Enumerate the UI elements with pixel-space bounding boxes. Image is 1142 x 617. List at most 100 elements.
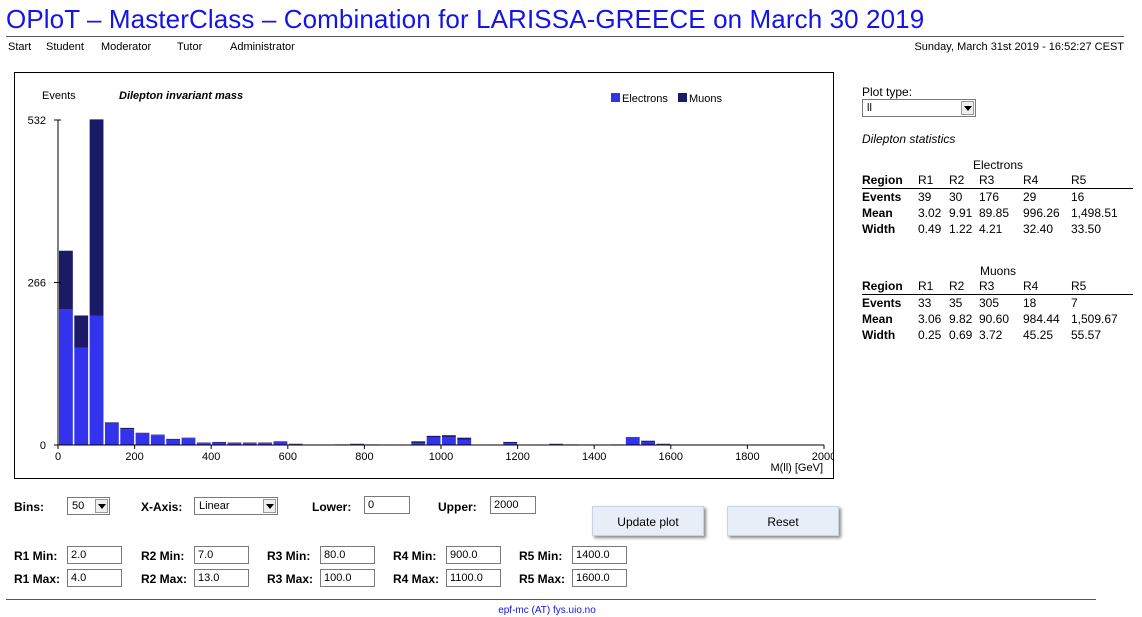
bar-muons — [104, 422, 119, 424]
bar-electrons — [135, 433, 150, 445]
r2-max-input[interactable] — [194, 569, 249, 587]
bar-muons — [181, 437, 196, 439]
stats-title: Dilepton statistics — [862, 132, 956, 146]
r4-max-input[interactable] — [446, 569, 501, 587]
table-row: Events 39 30 176 29 16 — [862, 189, 1133, 206]
bar-muons — [350, 443, 364, 445]
bar-muons — [641, 440, 655, 442]
legend-label-muons: Muons — [689, 93, 723, 105]
bar-muons — [150, 434, 165, 436]
update-plot-button[interactable]: Update plot — [592, 506, 704, 536]
upper-label: Upper: — [438, 500, 477, 514]
bins-select[interactable]: 50 — [67, 497, 110, 515]
xaxis-select[interactable]: Linear — [194, 497, 278, 515]
r3-max-input[interactable] — [320, 569, 375, 587]
bar-muons — [212, 441, 227, 443]
table-cell: 4.21 — [979, 222, 1003, 236]
bar-muons — [503, 441, 518, 444]
r5-max-label: R5 Max: — [519, 572, 566, 586]
r1-min-input[interactable] — [67, 546, 122, 564]
nav-moderator-link[interactable]: Moderator — [101, 41, 151, 53]
x-tick-label: 1800 — [735, 451, 759, 463]
table-header-cell: R3 — [979, 278, 1023, 295]
reset-button[interactable]: Reset — [727, 506, 839, 536]
table-cell: Width — [862, 222, 896, 236]
table-row: Width 0.49 1.22 4.21 32.40 33.50 — [862, 221, 1133, 237]
table-cell: 3.06 — [918, 312, 942, 326]
x-tick-label: 400 — [202, 451, 220, 463]
plot-type-select[interactable]: ll — [862, 99, 976, 117]
table-header-cell: R4 — [1023, 172, 1071, 189]
r4-min-label: R4 Min: — [393, 549, 437, 563]
bar-electrons — [625, 437, 640, 445]
table-header-cell: Region — [862, 278, 918, 295]
table-cell: 1,498.51 — [1071, 206, 1118, 220]
bar-muons — [120, 427, 135, 430]
table-cell: 89.85 — [979, 206, 1010, 220]
table-cell: 30 — [949, 190, 963, 204]
table-header-cell: Region — [862, 172, 918, 189]
r5-max-input[interactable] — [572, 569, 627, 587]
histogram-chart: 0200400600800100012001400160018002000 02… — [28, 90, 833, 474]
page-title: OPloT – MasterClass – Combination for LA… — [6, 4, 925, 34]
r4-min-input[interactable] — [446, 546, 501, 564]
r3-min-input[interactable] — [320, 546, 375, 564]
upper-input[interactable] — [490, 496, 536, 514]
table-row: Width 0.25 0.69 3.72 45.25 55.57 — [862, 327, 1133, 343]
table-cell: 996.26 — [1023, 206, 1060, 220]
table-cell: 3.72 — [979, 328, 1003, 342]
bar-muons — [227, 442, 242, 444]
r3-max-label: R3 Max: — [267, 572, 314, 586]
table-cell: 9.82 — [949, 312, 973, 326]
table-row: Events 33 35 305 18 7 — [862, 295, 1133, 312]
bar-muons — [258, 442, 272, 444]
table-cell: 1,509.67 — [1071, 312, 1118, 326]
table-cell: Mean — [862, 312, 893, 326]
table-header-cell: R2 — [949, 172, 979, 189]
bar-muons — [457, 437, 472, 440]
footer-contact-link[interactable]: epf-mc (AT) fys.uio.no — [0, 605, 1094, 616]
nav-start-link[interactable]: Start — [8, 41, 31, 53]
plot-frame: 0200400600800100012001400160018002000 02… — [14, 72, 834, 479]
nav-tutor-link[interactable]: Tutor — [177, 41, 202, 53]
table-cell: Events — [862, 296, 902, 310]
chevron-down-icon[interactable] — [95, 499, 108, 513]
bar-muons — [242, 442, 257, 444]
r3-min-label: R3 Min: — [267, 549, 311, 563]
r1-max-input[interactable] — [67, 569, 122, 587]
bar-electrons — [74, 347, 89, 445]
x-tick-label: 200 — [125, 451, 143, 463]
chevron-down-icon[interactable] — [263, 499, 276, 513]
legend-label-electrons: Electrons — [622, 93, 668, 105]
r2-min-input[interactable] — [194, 546, 249, 564]
bar-electrons — [150, 435, 165, 445]
chart-title: Dilepton invariant mass — [119, 90, 243, 102]
nav-student-link[interactable]: Student — [46, 41, 84, 53]
nav-administrator-link[interactable]: Administrator — [230, 41, 295, 53]
bar-electrons — [166, 439, 181, 445]
x-tick-label: 800 — [355, 451, 373, 463]
r5-min-input[interactable] — [572, 546, 627, 564]
x-axis-label: M(ll) [GeV] — [770, 462, 823, 474]
plot-type-label: Plot type: — [862, 85, 913, 99]
bar-muons — [426, 435, 441, 438]
xaxis-label: X-Axis: — [141, 500, 183, 514]
bar-muons — [166, 438, 181, 440]
bar-muons — [135, 432, 150, 434]
bar-muons — [656, 443, 671, 445]
title-divider — [6, 36, 1124, 37]
table-header-cell: R3 — [979, 172, 1023, 189]
table-cell: 9.91 — [949, 206, 973, 220]
r2-min-label: R2 Min: — [141, 549, 185, 563]
bar-muons — [273, 441, 288, 442]
legend: Electrons Muons — [611, 93, 723, 105]
lower-input[interactable] — [364, 496, 410, 514]
table-cell: Mean — [862, 206, 893, 220]
table-header-cell: R2 — [949, 278, 979, 295]
table-header-cell: R1 — [918, 172, 949, 189]
table-cell: 33 — [918, 296, 932, 310]
table-cell: Width — [862, 328, 896, 342]
y-tick-label: 266 — [28, 278, 46, 290]
chevron-down-icon[interactable] — [961, 101, 974, 115]
table-row: Mean 3.06 9.82 90.60 984.44 1,509.67 — [862, 311, 1133, 327]
